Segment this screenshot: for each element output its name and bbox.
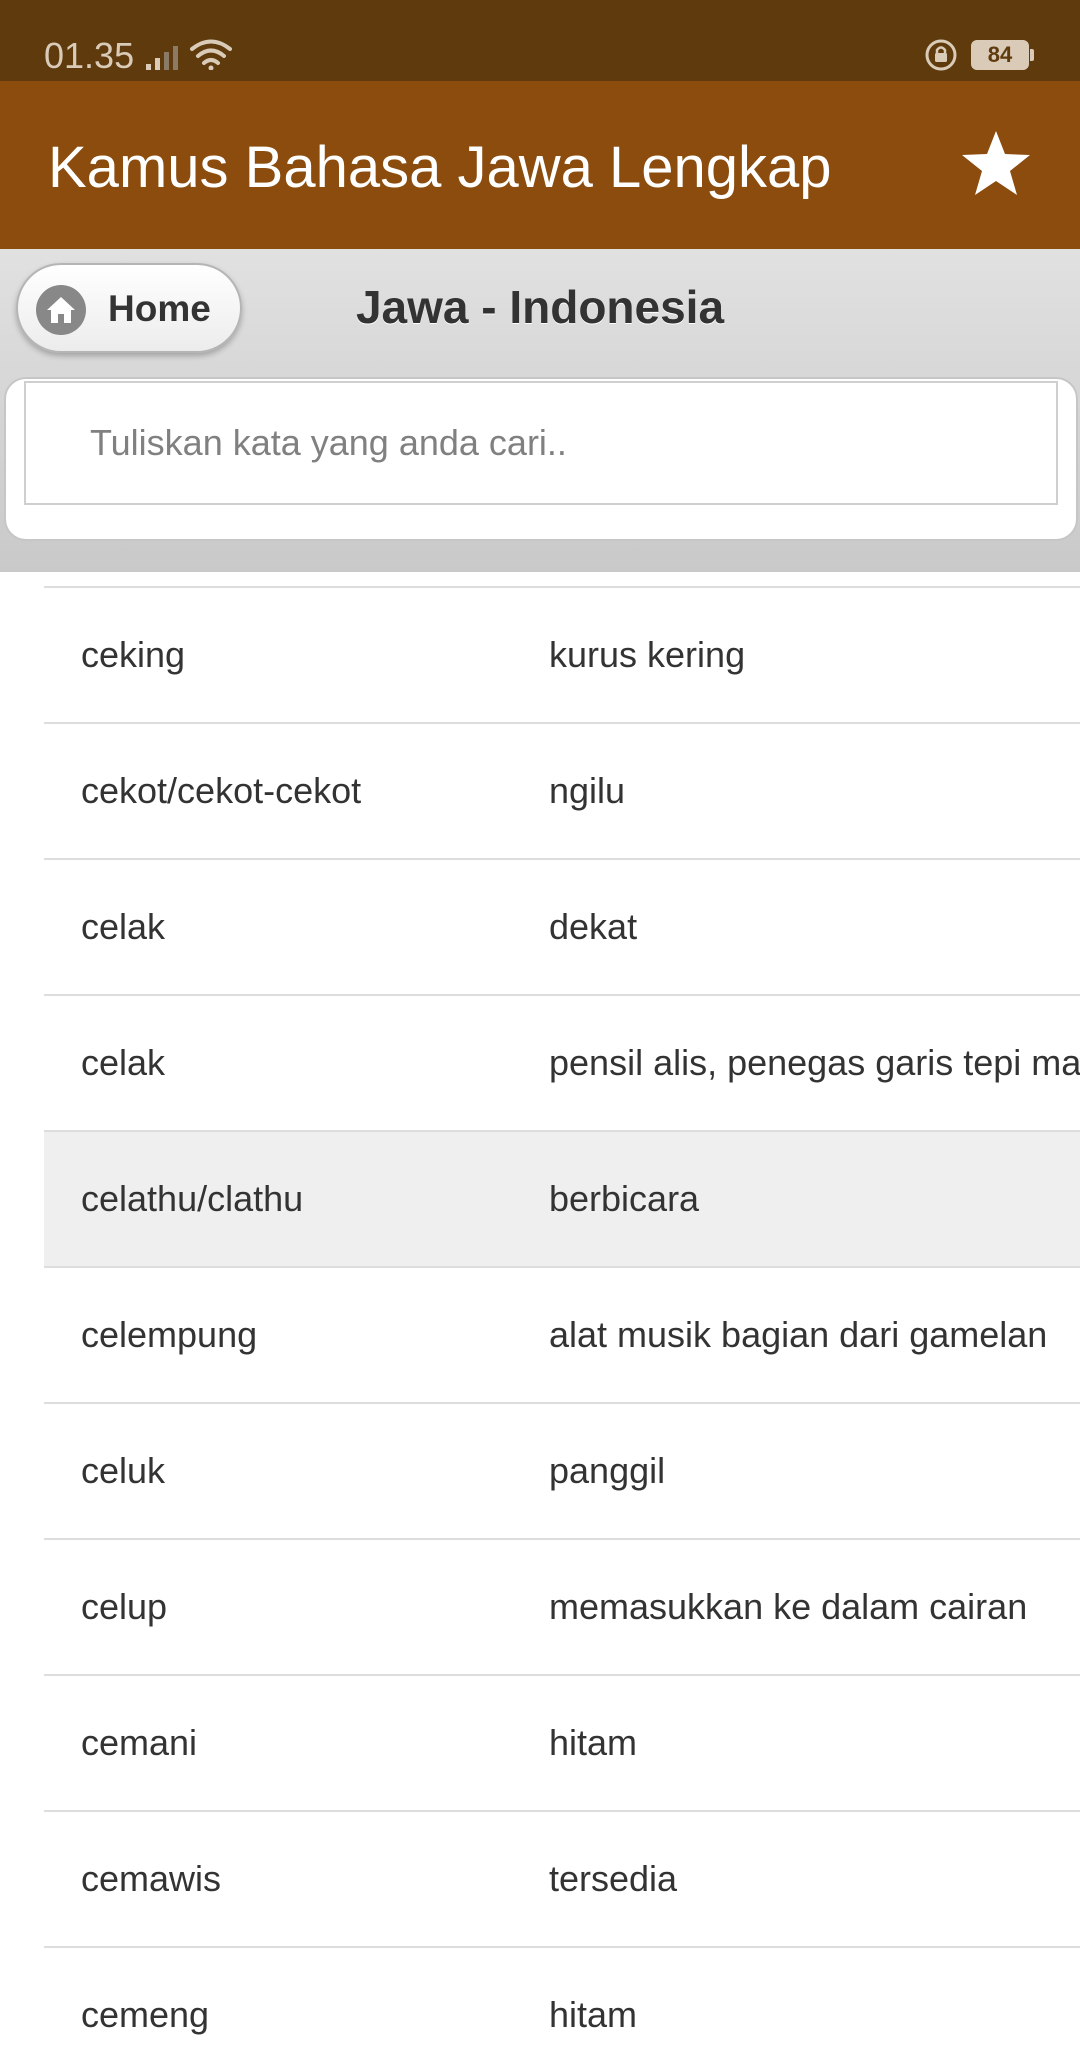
word-indonesia: hitam	[549, 1722, 638, 1763]
list-item[interactable]: ceking kurus kering	[44, 588, 1080, 724]
page-title: Jawa - Indonesia	[355, 281, 725, 333]
word-jawa: celempung	[81, 1314, 258, 1355]
list-item[interactable]: celempung alat musik bagian dari gamelan	[44, 1268, 1080, 1404]
list-item[interactable]: cemawis tersedia	[44, 1812, 1080, 1948]
word-jawa: celak	[81, 1042, 166, 1083]
app-bar: Kamus Bahasa Jawa Lengkap	[0, 81, 1080, 249]
word-indonesia: dekat	[549, 906, 638, 947]
search-card	[4, 377, 1078, 541]
list-item[interactable]: cemani hitam	[44, 1676, 1080, 1812]
word-jawa: cemani	[81, 1722, 198, 1763]
battery-tip	[1030, 49, 1034, 61]
word-jawa: celathu/clathu	[81, 1178, 304, 1219]
word-indonesia: panggil	[549, 1450, 666, 1491]
home-button[interactable]: Home	[16, 263, 242, 353]
status-bar: 01.35 84	[0, 0, 1080, 81]
status-time: 01.35	[44, 35, 135, 76]
signal-icon	[146, 46, 178, 70]
list-item[interactable]: cemeng hitam	[44, 1948, 1080, 2058]
search-input[interactable]	[24, 381, 1058, 505]
list-item[interactable]: celup memasukkan ke dalam cairan	[44, 1540, 1080, 1676]
word-indonesia: berbicara	[549, 1178, 700, 1219]
list-item[interactable]: cekot/cekot-cekot ngilu	[44, 724, 1080, 860]
home-label: Home	[108, 288, 211, 329]
word-indonesia: ngilu	[549, 770, 626, 811]
word-jawa: ceking	[81, 634, 186, 675]
battery-icon: 84	[971, 40, 1029, 70]
list-item[interactable]: celak pensil alis, penegas garis tepi ma…	[44, 996, 1080, 1132]
word-jawa: cekot/cekot-cekot	[81, 770, 362, 811]
star-icon[interactable]	[960, 127, 1032, 199]
word-indonesia: hitam	[549, 1994, 638, 2035]
word-list[interactable]: ceking kurus kering cekot/cekot-cekot ng…	[0, 572, 1080, 2058]
word-jawa: cemawis	[81, 1858, 222, 1899]
list-item[interactable]: celak dekat	[44, 860, 1080, 996]
word-indonesia: tersedia	[549, 1858, 678, 1899]
app-title: Kamus Bahasa Jawa Lengkap	[48, 135, 832, 200]
word-jawa: cemeng	[81, 1994, 210, 2035]
list-item[interactable]: celuk panggil	[44, 1404, 1080, 1540]
word-jawa: celup	[81, 1586, 168, 1627]
list-item[interactable]: celathu/clathu berbicara	[44, 1132, 1080, 1268]
word-indonesia: kurus kering	[549, 634, 746, 675]
wifi-icon	[190, 39, 232, 70]
word-indonesia: memasukkan ke dalam cairan	[549, 1586, 1028, 1627]
word-indonesia: alat musik bagian dari gamelan	[549, 1314, 1048, 1355]
home-icon	[36, 285, 86, 335]
lock-rotation-icon	[925, 39, 957, 71]
word-indonesia: pensil alis, penegas garis tepi mat	[549, 1042, 1080, 1083]
header-bar: Home Jawa - Indonesia	[0, 249, 1080, 572]
word-jawa: celuk	[81, 1450, 166, 1491]
word-jawa: celak	[81, 906, 166, 947]
